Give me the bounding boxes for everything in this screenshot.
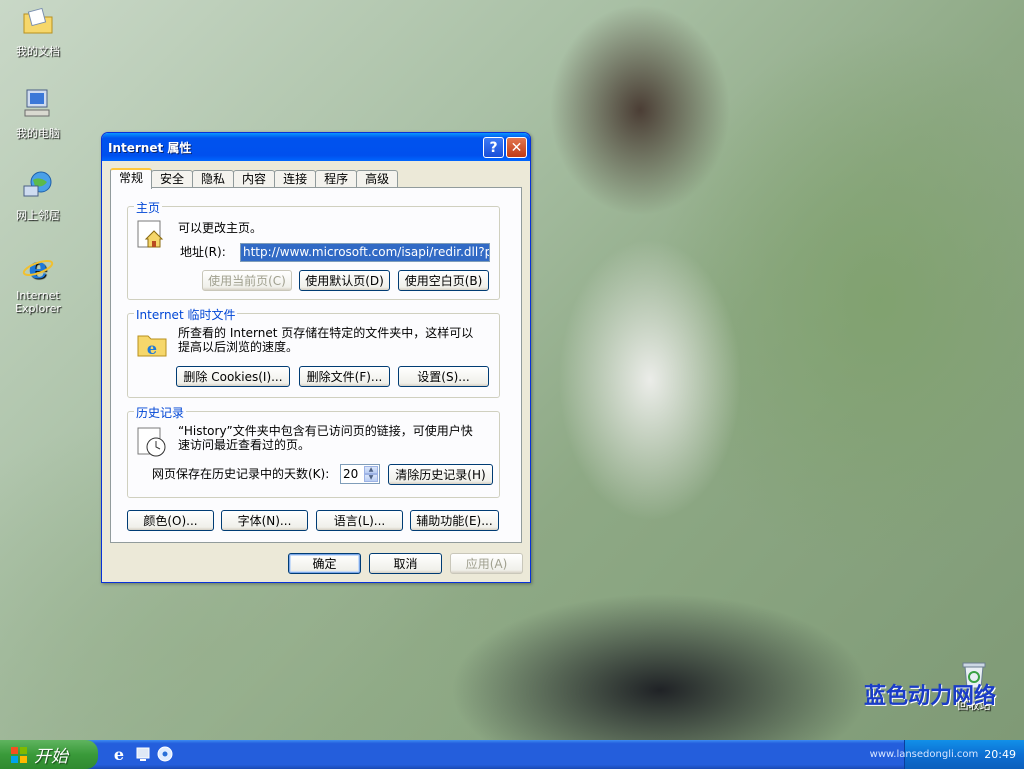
clear-history-button[interactable]: 清除历史记录(H): [388, 464, 493, 485]
stepper-down-icon[interactable]: ▼: [364, 474, 378, 482]
windows-logo-icon: [11, 746, 27, 763]
group-title-history: 历史记录: [134, 404, 187, 421]
history-clock-icon: [137, 427, 166, 457]
network-icon: [23, 171, 52, 197]
stepper-up-icon[interactable]: ▲: [364, 466, 378, 474]
taskbar: 开始 e www.lansedongli.com 20:49: [0, 740, 1024, 769]
start-button[interactable]: 开始: [0, 740, 98, 769]
address-label: 地址(R):: [180, 245, 226, 259]
desktop-icon-my-computer[interactable]: 我的电脑: [0, 86, 76, 141]
tab-strip: 常规 安全 隐私 内容 连接 程序 高级: [110, 168, 399, 189]
tab-content[interactable]: 内容: [233, 170, 276, 188]
temp-files-description-2: 提高以后浏览的速度。: [178, 340, 299, 354]
group-title-home: 主页: [134, 199, 163, 216]
watermark-url: www.lansedongli.com: [869, 749, 979, 760]
delete-files-button[interactable]: 删除文件(F)...: [299, 366, 390, 387]
clock: 20:49: [984, 748, 1016, 761]
close-icon: ✕: [510, 139, 523, 156]
languages-button[interactable]: 语言(L)...: [316, 510, 403, 531]
help-icon: ?: [489, 139, 498, 156]
group-title-temp-files: Internet 临时文件: [134, 306, 238, 323]
dialog-titlebar[interactable]: Internet 属性: [102, 133, 530, 161]
home-description: 可以更改主页。: [178, 221, 263, 235]
colors-button[interactable]: 颜色(O)...: [127, 510, 214, 531]
system-tray: www.lansedongli.com 20:49: [870, 740, 1024, 769]
tab-privacy[interactable]: 隐私: [192, 170, 235, 188]
dialog-title: Internet 属性: [108, 140, 192, 155]
apply-button[interactable]: 应用(A): [450, 553, 523, 574]
svg-text:e: e: [114, 745, 124, 763]
desktop-icon-internet-explorer[interactable]: e Internet Explorer: [0, 250, 76, 315]
history-description-2: 速访问最近查看过的页。: [178, 438, 311, 452]
folder-icon: [23, 7, 53, 34]
desktop-icon-network-places[interactable]: 网上邻居: [0, 168, 76, 223]
use-current-button[interactable]: 使用当前页(C): [202, 270, 292, 291]
tab-programs[interactable]: 程序: [315, 170, 358, 188]
use-blank-button[interactable]: 使用空白页(B): [398, 270, 489, 291]
home-address-input[interactable]: http://www.microsoft.com/isapi/redir.dll…: [240, 243, 490, 262]
quicklaunch-desktop-icon[interactable]: [134, 745, 152, 763]
history-days-label: 网页保存在历史记录中的天数(K):: [152, 467, 330, 481]
watermark-brand: 蓝色动力网络: [863, 684, 996, 709]
history-days-stepper[interactable]: 20 ▲ ▼: [340, 464, 380, 484]
desktop-icon-label: 我的电脑: [16, 127, 60, 140]
group-history: 历史记录 “History”文件夹中包含有已访问页的链接，可使用户快 速访问最近…: [127, 404, 500, 498]
help-button[interactable]: ?: [483, 137, 504, 158]
quicklaunch-media-icon[interactable]: [156, 745, 174, 763]
desktop-icon-my-documents[interactable]: 我的文档: [0, 4, 76, 59]
tab-advanced[interactable]: 高级: [356, 170, 399, 188]
tab-connections[interactable]: 连接: [274, 170, 317, 188]
tab-panel-general: 主页 可以更改主页。 地址(R): http://www.microsoft.c…: [110, 187, 522, 543]
temp-files-description-1: 所查看的 Internet 页存储在特定的文件夹中，这样可以: [178, 326, 474, 340]
settings-button[interactable]: 设置(S)...: [398, 366, 489, 387]
history-days-value: 20: [343, 467, 359, 481]
close-button[interactable]: ✕: [506, 137, 527, 158]
group-temp-files: Internet 临时文件 e 所查看的 Internet 页存储在特定的文件夹…: [127, 306, 500, 398]
accessibility-button[interactable]: 辅助功能(E)...: [410, 510, 499, 531]
history-description-1: “History”文件夹中包含有已访问页的链接，可使用户快: [178, 424, 473, 438]
desktop-icon-label: 网上邻居: [16, 209, 60, 222]
delete-cookies-button[interactable]: 删除 Cookies(I)...: [176, 366, 290, 387]
tab-general[interactable]: 常规: [110, 168, 153, 189]
internet-explorer-icon: e: [22, 251, 54, 286]
desktop-icon-label: Internet Explorer: [15, 289, 61, 315]
ok-button[interactable]: 确定: [288, 553, 361, 574]
group-home-page: 主页 可以更改主页。 地址(R): http://www.microsoft.c…: [127, 199, 500, 300]
svg-text:e: e: [147, 339, 157, 358]
computer-icon: [24, 89, 50, 117]
internet-properties-dialog: Internet 属性 ? ✕ 常规 安全 隐私 内容 连接 程序 高级 主页 …: [101, 132, 531, 583]
temp-files-folder-icon: e: [137, 335, 167, 358]
home-page-icon: [137, 220, 164, 248]
cancel-button[interactable]: 取消: [369, 553, 442, 574]
stepper-arrows: ▲ ▼: [364, 466, 378, 482]
fonts-button[interactable]: 字体(N)...: [221, 510, 308, 531]
desktop-icon-label: 我的文档: [16, 45, 60, 58]
use-default-button[interactable]: 使用默认页(D): [299, 270, 390, 291]
svg-text:e: e: [28, 251, 47, 284]
quicklaunch-ie-icon[interactable]: e: [110, 745, 128, 763]
start-label: 开始: [34, 747, 68, 767]
tab-security[interactable]: 安全: [151, 170, 194, 188]
